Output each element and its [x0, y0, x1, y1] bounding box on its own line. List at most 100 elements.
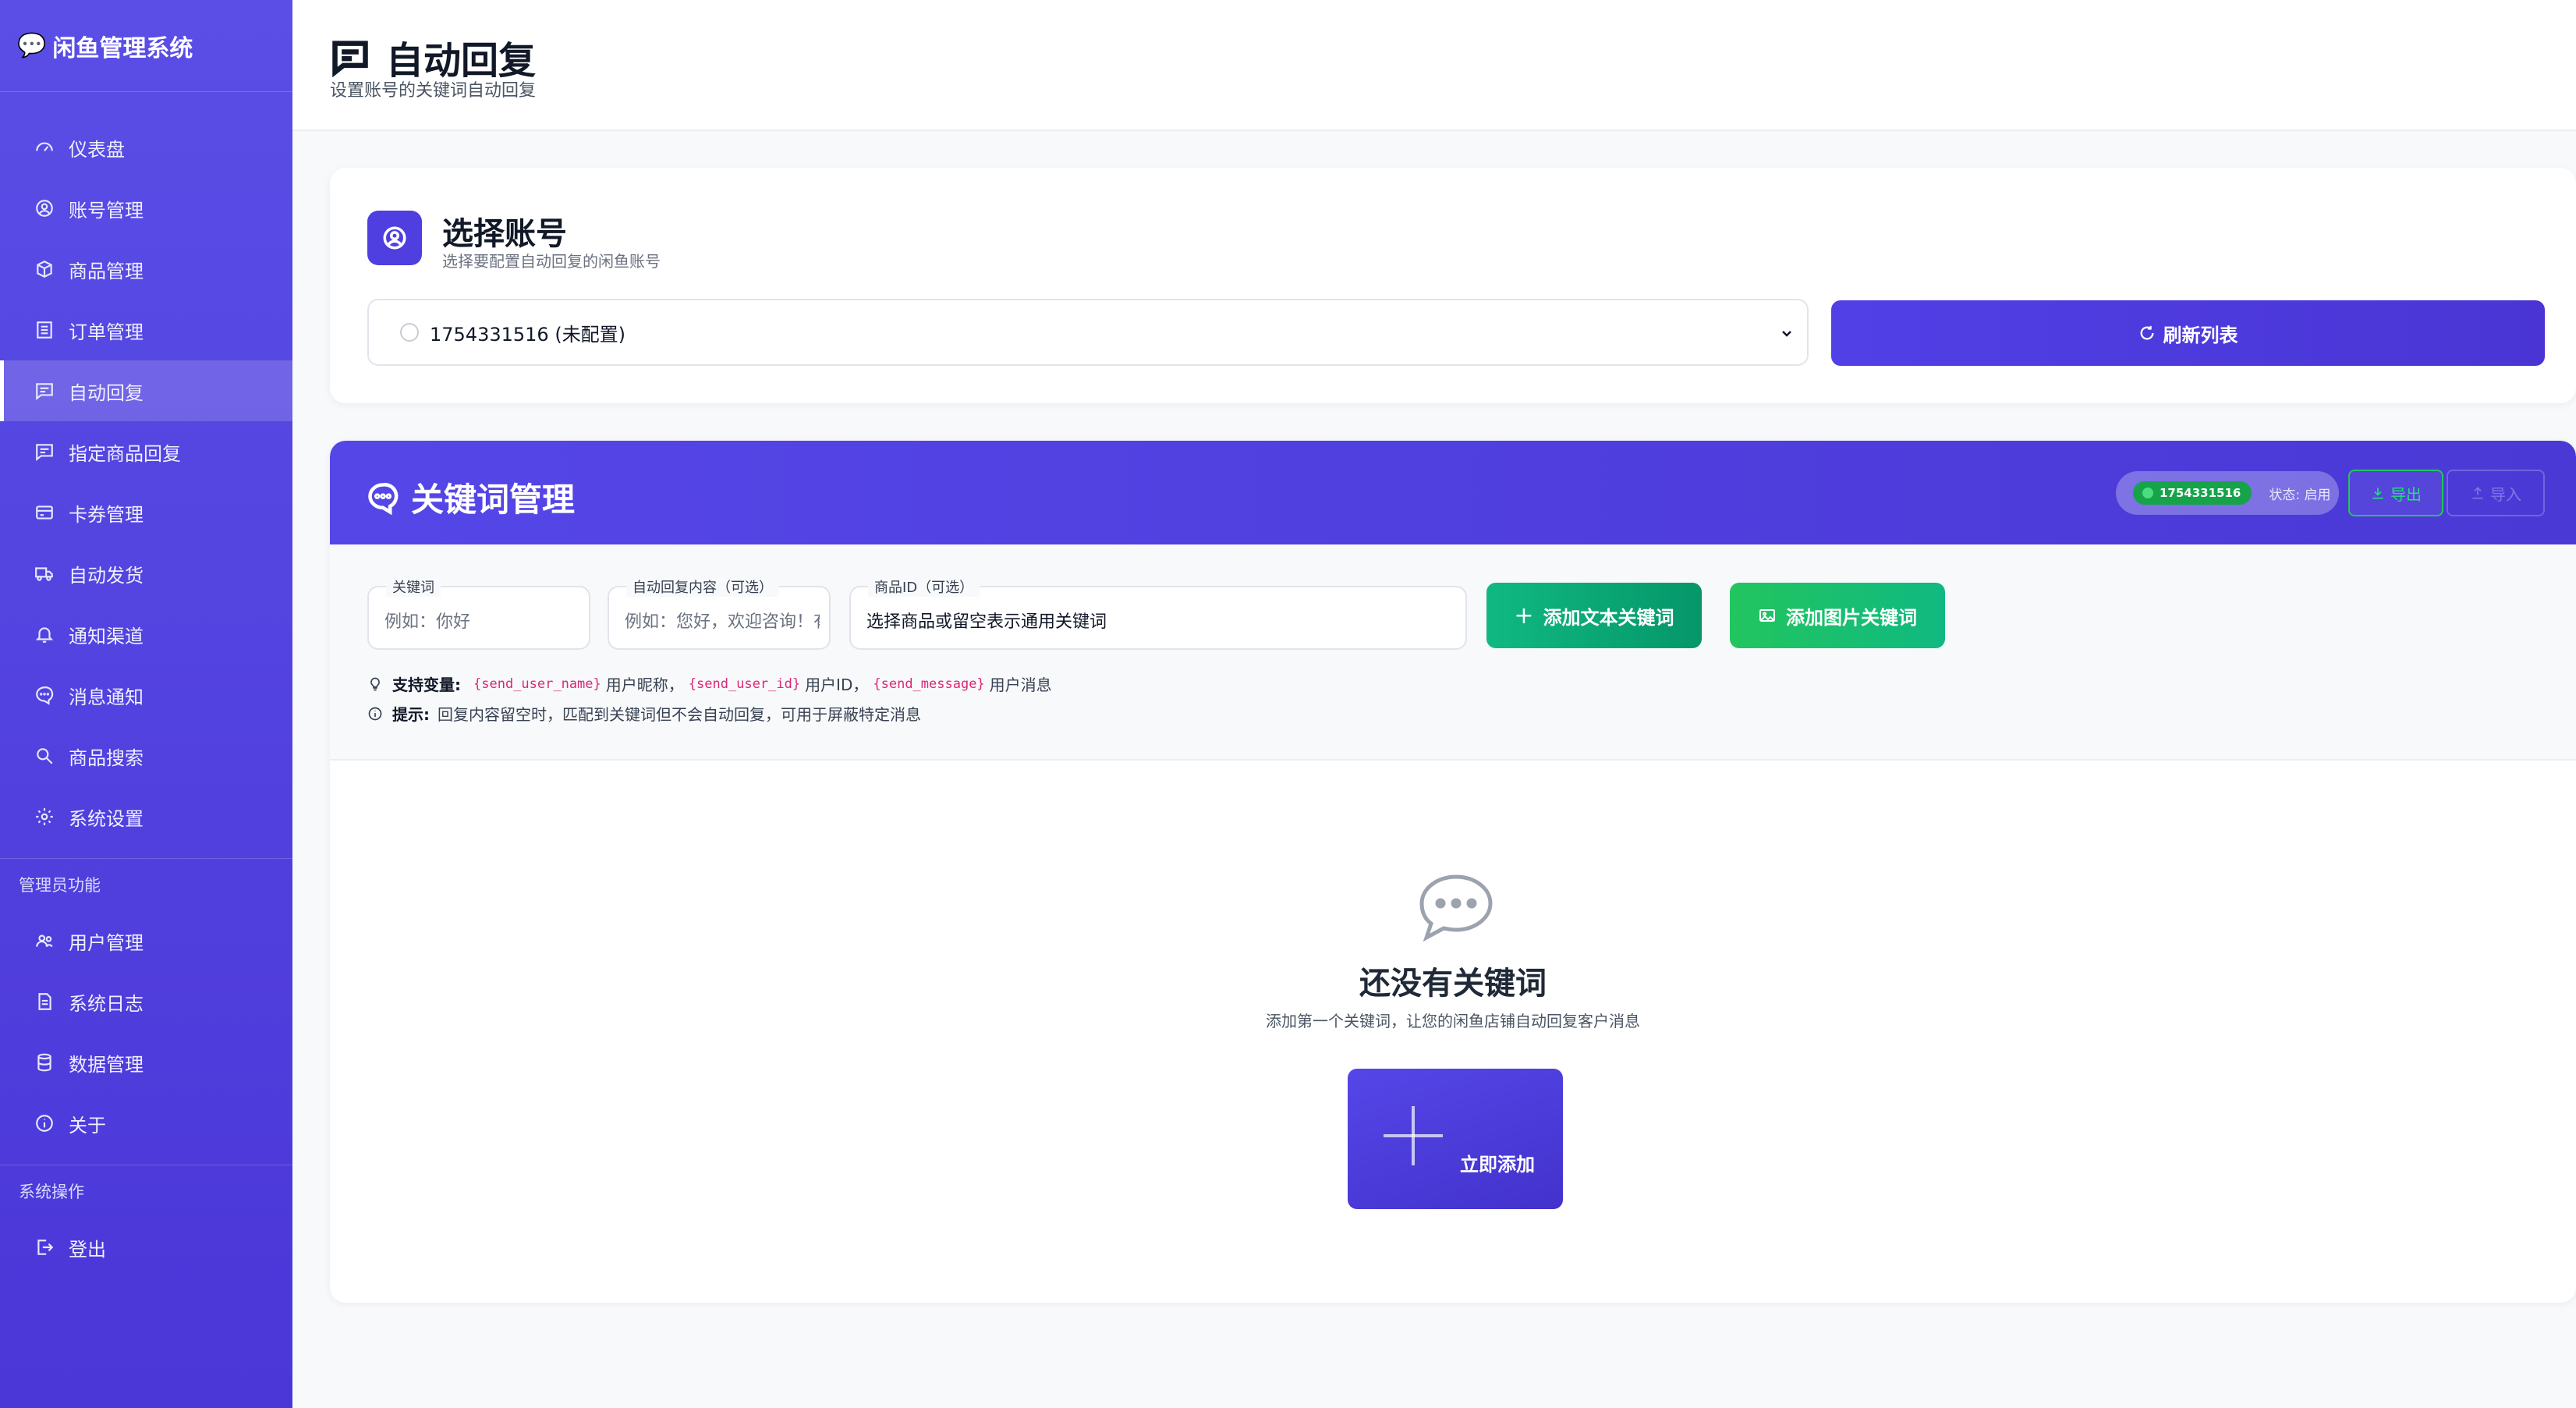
- sidebar-item-label: 登出: [69, 1238, 106, 1261]
- add-now-label: 立即添加: [1460, 1154, 1535, 1176]
- reply-content-placeholder: 例如：您好，欢迎咨询！有: [625, 612, 820, 632]
- reply-content-input[interactable]: 自动回复内容（可选） 例如：您好，欢迎咨询！有: [608, 576, 831, 650]
- add-image-keyword-button[interactable]: 添加图片关键词: [1730, 583, 1945, 648]
- image-icon: [1759, 609, 1775, 622]
- sidebar-item-message-notify[interactable]: 消息通知: [0, 665, 292, 725]
- variable-code: {send_user_id}: [688, 676, 801, 692]
- sidebar-item-logs[interactable]: 系统日志: [0, 971, 292, 1032]
- add-image-keyword-label: 添加图片关键词: [1786, 606, 1917, 629]
- import-label: 导入: [2490, 484, 2521, 504]
- sidebar-item-about[interactable]: 关于: [0, 1093, 292, 1154]
- sidebar-item-users[interactable]: 用户管理: [0, 910, 292, 971]
- sidebar-item-products[interactable]: 商品管理: [0, 239, 292, 300]
- sidebar-item-notify-channels[interactable]: 通知渠道: [0, 604, 292, 665]
- admin-section-title: 管理员功能: [19, 876, 101, 895]
- sidebar-item-auto-delivery[interactable]: 自动发货: [0, 543, 292, 604]
- account-status-pill: 1754331516 状态: 启用: [2116, 471, 2339, 515]
- message-square-icon: [33, 379, 56, 403]
- sidebar-item-label: 卡券管理: [69, 503, 144, 526]
- sidebar-item-label: 自动回复: [69, 381, 144, 404]
- status-text: 状态: 启用: [2269, 487, 2331, 503]
- variable-desc: 用户ID，: [805, 676, 869, 694]
- users-icon: [33, 929, 56, 952]
- sidebar-item-label: 关于: [69, 1114, 106, 1137]
- truck-icon: [33, 562, 56, 585]
- sidebar-item-orders[interactable]: 订单管理: [0, 300, 292, 360]
- add-text-keyword-label: 添加文本关键词: [1543, 606, 1674, 629]
- sidebar-item-data[interactable]: 数据管理: [0, 1032, 292, 1093]
- page-header: 自动回复 设置账号的关键词自动回复: [292, 0, 2576, 131]
- sidebar-item-label: 系统日志: [69, 992, 144, 1015]
- account-select[interactable]: 1754331516 (未配置): [367, 299, 1809, 366]
- card-icon: [33, 501, 56, 524]
- file-icon: [33, 990, 56, 1013]
- sidebar-item-settings[interactable]: 系统设置: [0, 786, 292, 847]
- item-id-label: 商品ID（可选）: [868, 576, 980, 597]
- keyword-input-placeholder: 例如：你好: [384, 612, 471, 632]
- chat-bubble-icon: [1417, 872, 1495, 942]
- chat-icon: [368, 482, 399, 515]
- sidebar-item-label: 商品搜索: [69, 747, 144, 769]
- variable-desc: 用户昵称，: [605, 676, 684, 694]
- variable-code: {send_message}: [873, 676, 985, 692]
- export-label: 导出: [2390, 484, 2422, 504]
- tip-hint-label: 提示:: [392, 705, 430, 724]
- status-dot-icon: [2142, 488, 2153, 498]
- sidebar-item-auto-reply[interactable]: 自动回复: [0, 360, 292, 421]
- sidebar-item-label: 通知渠道: [69, 625, 144, 647]
- sidebar-item-label: 数据管理: [69, 1053, 144, 1076]
- item-id-value: 选择商品或留空表示通用关键词: [866, 612, 1107, 632]
- plus-icon: [1384, 1106, 1443, 1165]
- account-card-subtitle: 选择要配置自动回复的闲鱼账号: [442, 252, 661, 271]
- keyword-card: 关键词管理 1754331516 状态: 启用 导出 导入 关键词 例如：你好 …: [330, 441, 2576, 1303]
- database-icon: [33, 1051, 56, 1074]
- reply-content-label: 自动回复内容（可选）: [626, 576, 779, 597]
- keyword-card-title-text: 关键词管理: [411, 481, 576, 519]
- sidebar-item-label: 用户管理: [69, 931, 144, 954]
- brand-title: 闲鱼管理系统: [52, 34, 193, 62]
- empty-state-title: 还没有关键词: [1359, 966, 1547, 1002]
- add-now-button[interactable]: 立即添加: [1348, 1069, 1563, 1209]
- logout-icon: [33, 1236, 56, 1259]
- user-circle-icon: [367, 211, 422, 265]
- add-text-keyword-button[interactable]: + 添加文本关键词: [1486, 583, 1702, 648]
- account-select-value: 1754331516 (未配置): [430, 323, 626, 346]
- sidebar-item-cards[interactable]: 卡券管理: [0, 482, 292, 543]
- sidebar-item-label: 仪表盘: [69, 138, 125, 161]
- keyword-input-label: 关键词: [386, 576, 441, 597]
- keyword-card-title: 关键词管理: [366, 473, 575, 521]
- plus-icon: +: [1514, 601, 1534, 630]
- brand[interactable]: 💬 闲鱼管理系统: [0, 0, 292, 92]
- download-icon: [2372, 488, 2383, 499]
- refresh-list-label: 刷新列表: [2163, 325, 2238, 346]
- variable-desc: 用户消息: [989, 676, 1052, 694]
- sidebar-item-product-reply[interactable]: 指定商品回复: [0, 421, 292, 482]
- keyword-form: 关键词 例如：你好 自动回复内容（可选） 例如：您好，欢迎咨询！有 商品ID（可…: [330, 544, 2576, 761]
- item-id-select[interactable]: 商品ID（可选） 选择商品或留空表示通用关键词: [849, 576, 1467, 650]
- sidebar-item-product-search[interactable]: 商品搜索: [0, 725, 292, 786]
- sidebar: 💬 闲鱼管理系统 仪表盘 账号管理 商品管理 订单管理 自动回复 指定商品回复: [0, 0, 292, 1408]
- system-section-title: 系统操作: [19, 1183, 84, 1201]
- refresh-list-button[interactable]: 刷新列表: [1831, 300, 2545, 366]
- chat-bubble-icon: 💬: [17, 32, 47, 59]
- dashboard-icon: [33, 136, 56, 159]
- keyword-card-header: 关键词管理 1754331516 状态: 启用 导出 导入: [330, 441, 2576, 544]
- bell-icon: [33, 622, 56, 646]
- message-square-icon: [332, 41, 368, 77]
- tip-hint: 提示: 回复内容留空时，匹配到关键词但不会自动回复，可用于屏蔽特定消息: [367, 702, 921, 725]
- box-icon: [33, 257, 56, 281]
- sidebar-item-accounts[interactable]: 账号管理: [0, 178, 292, 239]
- sidebar-item-dashboard[interactable]: 仪表盘: [0, 117, 292, 178]
- export-button[interactable]: 导出: [2348, 470, 2443, 516]
- message-square-icon: [33, 440, 56, 463]
- import-button[interactable]: 导入: [2447, 470, 2545, 516]
- status-badge: 1754331516: [2133, 481, 2252, 505]
- sidebar-item-label: 指定商品回复: [69, 442, 181, 465]
- sidebar-item-logout[interactable]: 登出: [0, 1217, 292, 1278]
- sidebar-nav: 仪表盘 账号管理 商品管理 订单管理 自动回复 指定商品回复 卡券管理 自动发货…: [0, 92, 292, 847]
- sidebar-item-label: 系统设置: [69, 807, 144, 830]
- upload-icon: [2472, 487, 2483, 499]
- sidebar-item-label: 账号管理: [69, 199, 144, 222]
- keyword-input[interactable]: 关键词 例如：你好: [367, 576, 590, 650]
- info-icon: [33, 1112, 56, 1135]
